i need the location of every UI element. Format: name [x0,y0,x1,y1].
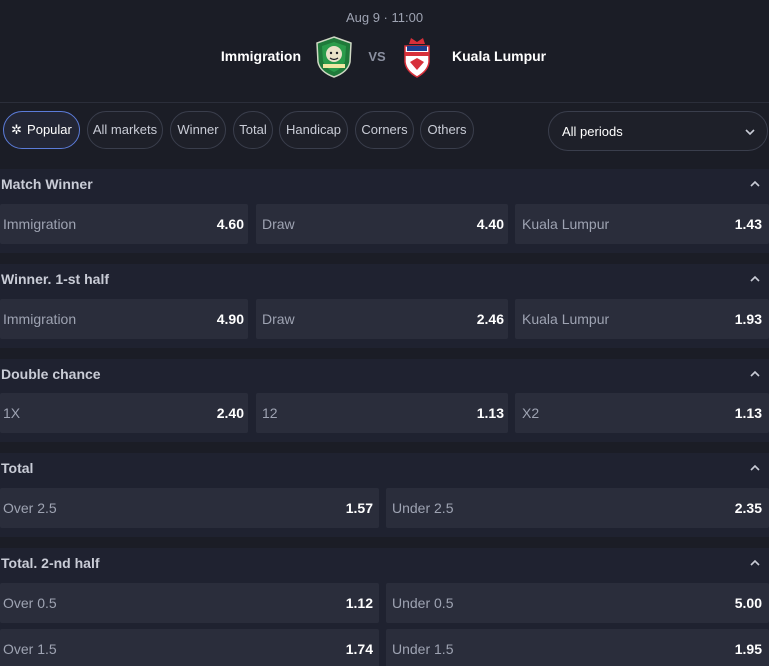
outcome-odds: 1.74 [345,641,373,657]
outcome-label: Over 1.5 [3,641,57,657]
outcome-button[interactable]: 1X 2.40 [0,393,248,433]
outcome-label: Under 2.5 [392,500,454,516]
outcome-label: Draw [262,216,295,232]
outcome-button[interactable]: 12 1.13 [256,393,508,433]
chevron-up-icon[interactable] [749,558,761,568]
outcome-button[interactable]: Kuala Lumpur 1.43 [515,204,769,244]
outcome-odds: 1.57 [345,500,373,516]
outcome-odds: 1.13 [476,405,504,421]
chevron-up-icon[interactable] [749,274,761,284]
outcome-label: Immigration [3,311,77,327]
sparkle-icon: ✲ [11,122,23,137]
match-time: Aug 9 · 11:00 [345,10,424,25]
filter-chip-popular[interactable]: ✲ Popular [3,111,80,149]
outcome-button[interactable]: Immigration 4.90 [0,299,248,339]
outcome-button[interactable]: Under 0.5 5.00 [386,583,769,623]
market-total: Total Over 2.5 1.57 Under 2.5 2.35 [0,453,769,537]
market-match-winner: Match Winner Immigration 4.60 Draw 4.40 … [0,169,769,253]
market-title[interactable]: Winner. 1-st half [1,264,109,294]
market-title[interactable]: Total. 2-nd half [1,548,100,578]
outcome-label: Kuala Lumpur [522,216,610,232]
outcome-button[interactable]: X2 1.13 [515,393,769,433]
market-filters: ✲ Popular All markets Winner Total Handic… [0,103,769,157]
market-total-second-half: Total. 2-nd half Over 0.5 1.12 Under 0.5… [0,548,769,666]
outcome-button[interactable]: Draw 4.40 [256,204,508,244]
outcome-label: X2 [522,405,540,421]
chevron-up-icon[interactable] [749,369,761,379]
outcome-button[interactable]: Under 2.5 2.35 [386,488,769,528]
away-team-logo-icon [404,38,430,78]
outcome-button[interactable]: Over 1.5 1.74 [0,629,379,666]
period-select-value: All periods [562,124,623,139]
away-team-name[interactable]: Kuala Lumpur [452,48,546,64]
market-title[interactable]: Total [1,453,33,483]
chevron-up-icon[interactable] [749,179,761,189]
match-header: Aug 9 · 11:00 Immigration VS Kuala Lumpu… [0,0,769,103]
period-select[interactable]: All periods [548,111,768,151]
outcome-button[interactable]: Draw 2.46 [256,299,508,339]
market-winner-first-half: Winner. 1-st half Immigration 4.90 Draw … [0,264,769,348]
outcome-button[interactable]: Over 0.5 1.12 [0,583,379,623]
outcome-button[interactable]: Kuala Lumpur 1.93 [515,299,769,339]
outcome-button[interactable]: Immigration 4.60 [0,204,248,244]
market-double-chance: Double chance 1X 2.40 12 1.13 X2 1.13 [0,359,769,442]
outcome-label: Over 2.5 [3,500,57,516]
filter-chip-corners[interactable]: Corners [355,111,414,149]
outcome-odds: 1.95 [734,641,762,657]
outcome-label: 1X [3,405,21,421]
vs-label: VS [368,49,386,64]
home-team-logo-icon [316,36,352,78]
outcome-odds: 1.93 [734,311,762,327]
outcome-button[interactable]: Over 2.5 1.57 [0,488,379,528]
outcome-label: Draw [262,311,295,327]
outcome-odds: 4.40 [476,216,504,232]
outcome-odds: 1.43 [734,216,762,232]
outcome-label: Kuala Lumpur [522,311,610,327]
outcome-odds: 5.00 [734,595,762,611]
outcome-label: Under 0.5 [392,595,454,611]
outcome-odds: 4.90 [216,311,244,327]
filter-chip-winner[interactable]: Winner [170,111,226,149]
chevron-up-icon[interactable] [749,463,761,473]
filter-chip-others[interactable]: Others [420,111,474,149]
outcome-label: 12 [262,405,278,421]
outcome-odds: 4.60 [216,216,244,232]
outcome-odds: 1.13 [734,405,762,421]
outcome-odds: 2.35 [734,500,762,516]
filter-chip-label: Popular [27,122,72,137]
market-title[interactable]: Double chance [1,359,101,389]
outcome-odds: 2.40 [216,405,244,421]
outcome-label: Over 0.5 [3,595,57,611]
filter-chip-total[interactable]: Total [233,111,273,149]
outcome-button[interactable]: Under 1.5 1.95 [386,629,769,666]
market-title[interactable]: Match Winner [1,169,93,199]
outcome-odds: 2.46 [476,311,504,327]
outcome-label: Immigration [3,216,77,232]
home-team-name[interactable]: Immigration [221,48,301,64]
chevron-down-icon [745,129,755,136]
teams-row: Immigration VS Kuala Lumpur [0,36,769,78]
outcome-label: Under 1.5 [392,641,454,657]
filter-chip-all-markets[interactable]: All markets [87,111,163,149]
outcome-odds: 1.12 [345,595,373,611]
filter-chip-handicap[interactable]: Handicap [279,111,348,149]
